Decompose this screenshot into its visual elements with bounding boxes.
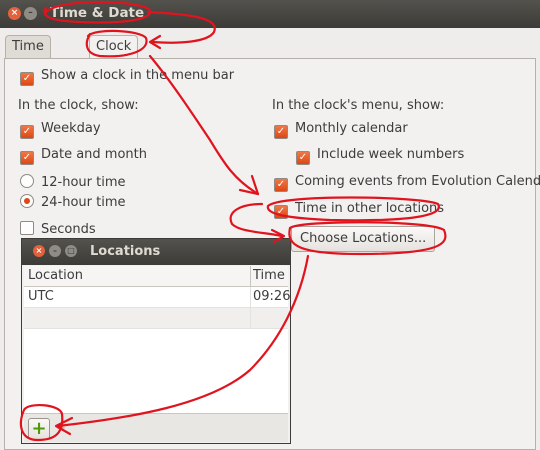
table-row[interactable]: UTC 09:26: [24, 287, 291, 308]
minimize-window-icon[interactable]: –: [24, 7, 37, 20]
time-other-locations-label: Time in other locations: [295, 201, 445, 216]
close-window-icon[interactable]: ×: [8, 7, 21, 20]
week-numbers-row[interactable]: ✓ Include week numbers: [296, 147, 464, 165]
seconds-label: Seconds: [41, 222, 96, 237]
close-dialog-icon[interactable]: ×: [33, 245, 45, 257]
locations-table: UTC 09:26: [24, 287, 291, 413]
locations-titlebar: × – □ Locations: [22, 239, 290, 265]
show-clock-checkbox-row[interactable]: ✓ Show a clock in the menu bar: [20, 68, 234, 86]
date-month-label: Date and month: [41, 147, 147, 162]
weekday-checkbox[interactable]: ✓: [20, 125, 34, 139]
location-cell[interactable]: UTC: [28, 287, 54, 307]
cell-divider: [250, 287, 251, 307]
tab-clock[interactable]: Clock: [89, 35, 139, 60]
cell-divider: [250, 308, 251, 328]
add-location-button[interactable]: +: [28, 418, 50, 440]
column-divider[interactable]: [250, 266, 251, 286]
locations-dialog: × – □ Locations Location Time UTC 09:26 …: [21, 238, 291, 444]
coming-events-checkbox[interactable]: ✓: [274, 178, 288, 192]
tab-time-and-date[interactable]: Time & Date: [5, 35, 51, 98]
window-titlebar: × – Time & Date: [0, 0, 540, 28]
monthly-calendar-row[interactable]: ✓ Monthly calendar: [274, 121, 408, 139]
time-other-locations-checkbox[interactable]: ✓: [274, 205, 288, 219]
seconds-checkbox[interactable]: [20, 221, 34, 235]
table-row-empty[interactable]: [24, 308, 288, 329]
12-hour-row[interactable]: 12-hour time: [20, 174, 126, 190]
weekday-row[interactable]: ✓ Weekday: [20, 121, 101, 139]
column-header-time[interactable]: Time: [253, 268, 285, 283]
date-month-row[interactable]: ✓ Date and month: [20, 147, 147, 165]
column-header-location[interactable]: Location: [28, 268, 83, 283]
24-hour-row[interactable]: 24-hour time: [20, 194, 126, 210]
coming-events-row[interactable]: ✓ Coming events from Evolution Calendar: [274, 174, 540, 192]
monthly-calendar-label: Monthly calendar: [295, 121, 408, 136]
seconds-row[interactable]: Seconds: [20, 221, 96, 237]
date-month-checkbox[interactable]: ✓: [20, 151, 34, 165]
time-other-locations-row[interactable]: ✓ Time in other locations: [274, 201, 444, 219]
weekday-label: Weekday: [41, 121, 101, 136]
show-clock-checkbox[interactable]: ✓: [20, 72, 34, 86]
show-clock-label: Show a clock in the menu bar: [41, 68, 235, 83]
monthly-calendar-checkbox[interactable]: ✓: [274, 125, 288, 139]
coming-events-label: Coming events from Evolution Calendar: [295, 174, 540, 189]
24-hour-radio[interactable]: [20, 194, 34, 208]
locations-title: Locations: [90, 244, 161, 259]
12-hour-label: 12-hour time: [41, 175, 126, 190]
choose-locations-button[interactable]: Choose Locations...: [291, 226, 436, 252]
locations-table-header: Location Time: [24, 266, 288, 287]
week-numbers-label: Include week numbers: [317, 147, 465, 162]
clock-arrow-head: [148, 34, 162, 50]
week-numbers-checkbox[interactable]: ✓: [296, 151, 310, 165]
menu-heading: In the clock's menu, show:: [272, 98, 445, 113]
in-clock-heading: In the clock, show:: [18, 98, 139, 113]
24-hour-label: 24-hour time: [41, 195, 126, 210]
12-hour-radio[interactable]: [20, 174, 34, 188]
time-cell: 09:26: [253, 289, 291, 304]
locations-toolbar: + –: [24, 413, 288, 442]
window-title: Time & Date: [50, 5, 145, 21]
remove-location-button[interactable]: –: [52, 418, 70, 438]
maximize-dialog-icon[interactable]: □: [65, 245, 77, 257]
minimize-dialog-icon[interactable]: –: [49, 245, 61, 257]
